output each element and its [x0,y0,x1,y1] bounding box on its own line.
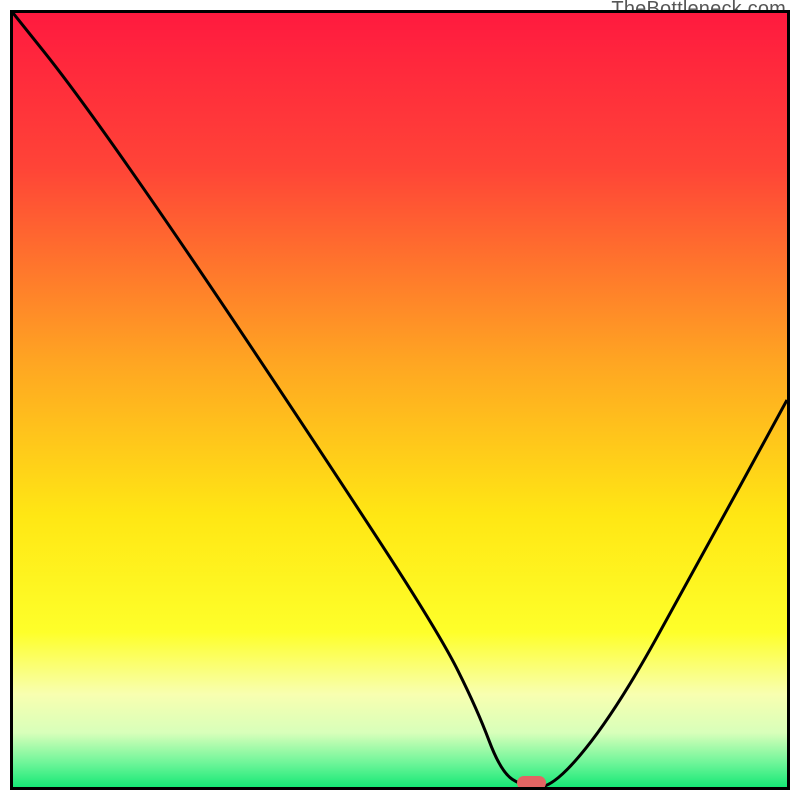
optimal-marker [517,776,546,790]
curve-layer [13,13,787,787]
plot-area [10,10,790,790]
bottleneck-curve [13,13,787,787]
bottleneck-chart: TheBottleneck.com [0,0,800,800]
